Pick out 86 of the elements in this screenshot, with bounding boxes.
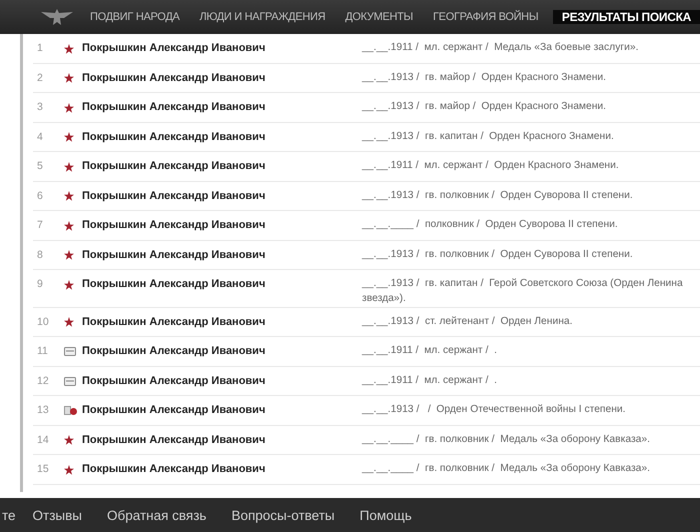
row-number: 4 [36,130,44,142]
eagle-emblem-icon [40,7,74,27]
result-row[interactable]: 11 Покрышкин Александр Иванович __.__.1911 / мл. сержант / . [33,337,700,367]
star-icon [64,280,74,290]
award-details: __.__.1913 / гв. капитан / Орден Красного Знамени. [362,130,614,144]
star-icon [64,191,74,201]
person-name-link[interactable]: Покрышкин Александр Иванович [82,42,362,54]
award-details: __.__.1913 / гв. майор / Орден Красного Знамени. [362,100,606,114]
document-icon [64,376,76,386]
person-name-link[interactable]: Покрышкин Александр Иванович [82,160,362,172]
award-details: __.__.1913 / гв. капитан / Герой Советского Союза (Орден Ленина звезда»). [362,277,683,306]
row-number: 5 [36,160,44,172]
award-details: __.__.1913 / / Орден Отечественной войны I степени. [362,403,626,418]
person-name-link[interactable]: Покрышкин Александр Иванович [82,278,362,290]
award-details: __.__.1913 / гв. полковник / Орден Суворова II степени. [362,248,633,262]
person-name-link[interactable]: Покрышкин Александр Иванович [82,72,362,84]
result-row[interactable]: 15 Покрышкин Александр Иванович __.__.____ / гв. полковник / Медаль «За оборону Кавказа». [33,455,700,485]
nav-tab[interactable]: ЛЮДИ И НАГРАЖДЕНИЯ [190,11,336,23]
star-icon [64,250,74,260]
row-number: 7 [36,219,44,231]
person-name-link[interactable]: Покрышкин Александр Иванович [82,190,362,202]
award-details: __.__.1911 / мл. сержант / Орден Красного Знамени. [362,159,619,173]
row-number: 3 [36,101,44,113]
row-number: 6 [36,190,44,202]
result-row[interactable]: 4 Покрышкин Александр Иванович __.__.1913 / гв. капитан / Орден Красного Знамени. [33,122,700,152]
person-name-link[interactable]: Покрышкин Александр Иванович [82,345,362,358]
footer-link[interactable]: те [2,508,16,522]
result-row[interactable]: 1 Покрышкин Александр Иванович __.__.1911 / мл. сержант / Медаль «За боевые заслуги». [33,34,700,64]
person-name-link[interactable]: Покрышкин Александр Иванович [82,463,362,476]
person-name-link[interactable]: Покрышкин Александр Иванович [82,316,362,328]
award-details: __.__.____ / полковник / Орден Суворова II степени. [362,218,618,232]
row-number: 9 [36,278,44,290]
award-details: __.__.1913 / ст. лейтенант / Орден Ленина. [362,314,572,329]
order-icon [64,406,78,416]
star-icon [64,464,74,475]
row-number: 12 [36,374,50,387]
person-name-link[interactable]: Покрышкин Александр Иванович [82,404,362,416]
award-details: __.__.1913 / гв. майор / Орден Красного Знамени. [362,70,606,84]
star-icon [64,73,74,83]
award-details: __.__.1911 / мл. сержант / Медаль «За боевые заслуги». [362,41,638,55]
result-row[interactable]: 5 Покрышкин Александр Иванович __.__.1911 / мл. сержант / Орден Красного Знамени. [33,152,700,182]
result-row[interactable]: 3 Покрышкин Александр Иванович __.__.1913 / гв. майор / Орден Красного Знамени. [33,93,700,122]
row-number: 8 [36,248,44,260]
star-icon [64,44,74,54]
star-icon [64,317,74,328]
result-row[interactable]: 2 Покрышкин Александр Иванович __.__.1913 / гв. майор / Орден Красного Знамени. [33,64,700,93]
footer-link[interactable]: Обратная связь [107,508,206,522]
row-number: 1 [36,42,44,54]
award-details: __.__.____ / гв. полковник / Медаль «За оборону Кавказа». [362,462,650,476]
document-icon [64,347,76,356]
result-row[interactable]: 14 Покрышкин Александр Иванович __.__.____ / гв. полковник / Медаль «За оборону Кавказа». [33,426,700,456]
nav-tab[interactable]: ГЕОГРАФИЯ ВОЙНЫ [423,11,548,23]
person-name-link[interactable]: Покрышкин Александр Иванович [82,219,362,231]
footer-link[interactable]: Вопросы-ответы [231,508,335,522]
star-icon [64,220,74,230]
award-details: __.__.1913 / гв. полковник / Орден Суворова II степени. [362,188,633,202]
award-details: __.__.1911 / мл. сержант / . [362,344,497,358]
person-name-link[interactable]: Покрышкин Александр Иванович [82,374,362,387]
result-row[interactable]: 13 Покрышкин Александр Иванович __.__.1913 / / Орден Отечественной войны I степени. [33,396,700,426]
footer-link[interactable]: Отзывы [32,508,82,522]
footer-link[interactable]: Помощь [360,508,412,522]
star-icon [64,102,74,112]
result-row[interactable]: 8 Покрышкин Александр Иванович __.__.1913 / гв. полковник / Орден Суворова II степени. [33,240,700,270]
star-icon [64,132,74,142]
person-name-link[interactable]: Покрышкин Александр Иванович [82,130,362,142]
result-row[interactable]: 10 Покрышкин Александр Иванович __.__.1913 / ст. лейтенант / Орден Ленина. [33,308,700,338]
person-name-link[interactable]: Покрышкин Александр Иванович [82,248,362,260]
nav-tab[interactable]: ПОДВИГ НАРОДА [80,11,190,23]
row-number: 15 [36,463,50,476]
star-icon [64,435,74,446]
nav-tab[interactable]: ДОКУМЕНТЫ [335,11,423,23]
result-row[interactable]: 7 Покрышкин Александр Иванович __.__.____ / полковник / Орден Суворова II степени. [33,211,700,240]
star-icon [64,162,74,172]
row-number: 14 [36,434,50,446]
result-row[interactable]: 9 Покрышкин Александр Иванович __.__.1913 / гв. капитан / Герой Советского Союза (Орден Ленина звезда»). [33,270,700,308]
row-number: 11 [36,345,49,358]
row-number: 10 [36,316,50,328]
result-row[interactable]: 12 Покрышкин Александр Иванович __.__.1911 / мл. сержант / . [33,366,700,396]
row-number: 13 [36,404,50,416]
person-name-link[interactable]: Покрышкин Александр Иванович [82,101,362,113]
row-number: 2 [36,72,44,84]
nav-tab[interactable]: РЕЗУЛЬТАТЫ ПОИСКА [552,10,700,24]
award-details: __.__.____ / гв. полковник / Медаль «За оборону Кавказа». [362,432,650,447]
person-name-link[interactable]: Покрышкин Александр Иванович [82,434,362,446]
award-details: __.__.1911 / мл. сержант / . [362,374,497,388]
result-row[interactable]: 6 Покрышкин Александр Иванович __.__.1913 / гв. полковник / Орден Суворова II степени. [33,182,700,211]
